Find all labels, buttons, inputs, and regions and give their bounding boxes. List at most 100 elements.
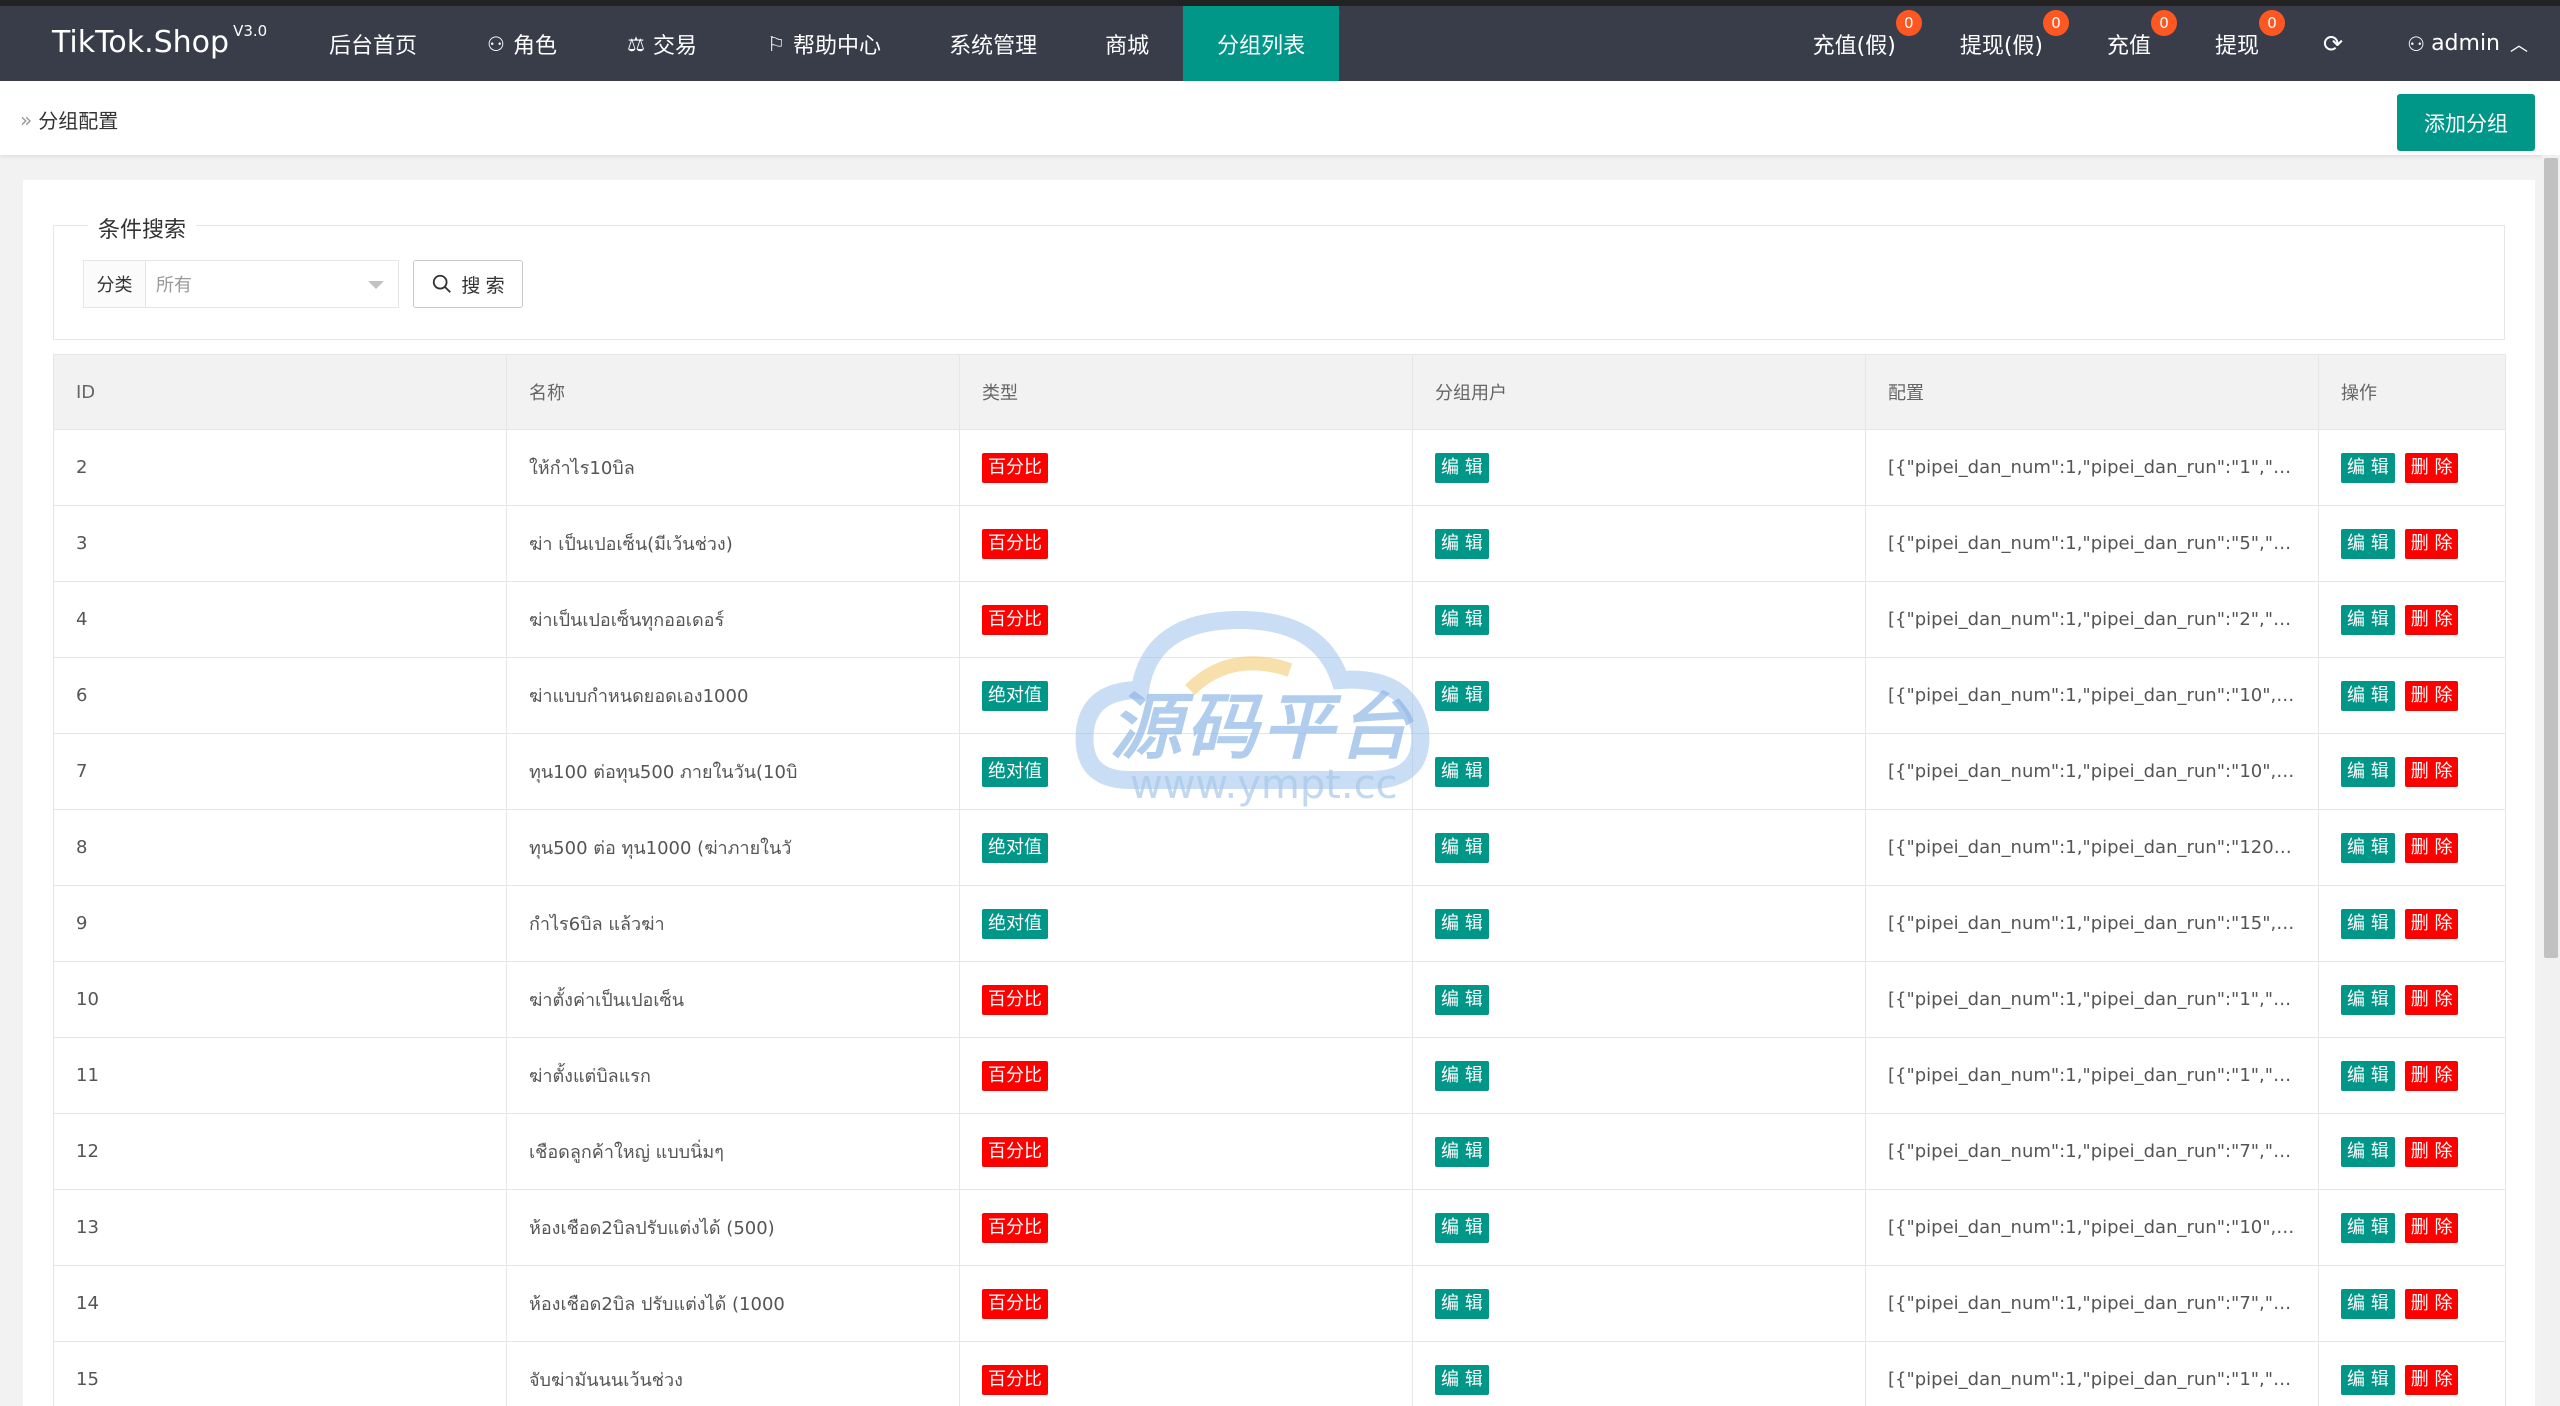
user-icon: ⚇ <box>487 31 505 56</box>
edit-users-button[interactable]: 编 辑 <box>1435 604 1489 635</box>
edit-users-button[interactable]: 编 辑 <box>1435 832 1489 863</box>
edit-button[interactable]: 编 辑 <box>2341 680 2395 711</box>
edit-button[interactable]: 编 辑 <box>2341 528 2395 559</box>
edit-users-button[interactable]: 编 辑 <box>1435 1288 1489 1319</box>
cell-actions: 编 辑删 除 <box>2318 505 2506 582</box>
edit-users-button[interactable]: 编 辑 <box>1435 756 1489 787</box>
edit-users-button[interactable]: 编 辑 <box>1435 1212 1489 1243</box>
cell-group-users: 编 辑 <box>1412 961 1866 1038</box>
cell-id: 10 <box>53 961 507 1038</box>
edit-users-button[interactable]: 编 辑 <box>1435 908 1489 939</box>
right-nav-item-1[interactable]: 提现(假) 0 <box>1928 6 2075 81</box>
edit-button[interactable]: 编 辑 <box>2341 604 2395 635</box>
edit-button[interactable]: 编 辑 <box>2341 908 2395 939</box>
delete-button[interactable]: 删 除 <box>2404 1212 2459 1243</box>
right-nav-item-0[interactable]: 充值(假) 0 <box>1781 6 1928 81</box>
refresh-icon: ⟳ <box>2323 29 2344 58</box>
nav-item-3[interactable]: ⚐ 帮助中心 <box>731 6 915 81</box>
cell-type: 百分比 <box>959 429 1413 506</box>
delete-button[interactable]: 删 除 <box>2404 680 2459 711</box>
right-nav-label: 提现 <box>2215 33 2260 59</box>
delete-button[interactable]: 删 除 <box>2404 604 2459 635</box>
edit-button[interactable]: 编 辑 <box>2341 1136 2395 1167</box>
cell-name: ทุน100 ต่อทุน500 ภายในวัน(10บิ <box>506 733 960 810</box>
delete-button[interactable]: 删 除 <box>2404 984 2459 1015</box>
app-logo[interactable]: TikTok.Shop V3.0 <box>52 22 267 60</box>
category-label: 分类 <box>83 260 145 308</box>
table-row: 2 ให้กำไร10บิล 百分比 编 辑 [{"pipei_dan_num":1,"… <box>53 429 2506 506</box>
delete-button[interactable]: 删 除 <box>2404 1136 2459 1167</box>
cell-type: 百分比 <box>959 1265 1413 1342</box>
nav-item-5[interactable]: 商城 <box>1071 6 1183 81</box>
username: admin <box>2431 31 2500 56</box>
cell-name: ห้องเชือด2บิลปรับแต่งได้ (500) <box>506 1189 960 1266</box>
category-select[interactable]: 所有 <box>145 260 399 308</box>
main-nav: 后台首页 ⚇ 角色 ⚖ 交易 ⚐ 帮助中心 系统管理 商城 分组列表 <box>295 6 1340 81</box>
edit-button[interactable]: 编 辑 <box>2341 984 2395 1015</box>
nav-item-1[interactable]: ⚇ 角色 <box>451 6 591 81</box>
type-tag: 绝对值 <box>982 756 1048 787</box>
cell-name: ทุน500 ต่อ ทุน1000 (ฆ่าภายในวั <box>506 809 960 886</box>
table-row: 12 เชือดลูกค้าใหญ่ แบบนิ่มๆ 百分比 编 辑 [{"pipei… <box>53 1113 2506 1190</box>
edit-users-button[interactable]: 编 辑 <box>1435 680 1489 711</box>
count-badge: 0 <box>2259 10 2286 36</box>
cell-type: 百分比 <box>959 581 1413 658</box>
search-button[interactable]: 搜 索 <box>413 260 523 308</box>
cell-config: [{"pipei_dan_num":1,"pipei_dan_run":"15"… <box>1865 885 2319 962</box>
type-tag: 百分比 <box>982 1364 1048 1395</box>
edit-users-button[interactable]: 编 辑 <box>1435 528 1489 559</box>
refresh-button[interactable]: ⟳ <box>2291 6 2375 81</box>
edit-users-button[interactable]: 编 辑 <box>1435 984 1489 1015</box>
delete-button[interactable]: 删 除 <box>2404 832 2459 863</box>
nav-item-2[interactable]: ⚖ 交易 <box>591 6 731 81</box>
cell-config: [{"pipei_dan_num":1,"pipei_dan_run":"1",… <box>1865 1341 2319 1406</box>
nav-item-6[interactable]: 分组列表 <box>1183 6 1340 81</box>
cell-actions: 编 辑删 除 <box>2318 961 2506 1038</box>
nav-item-4[interactable]: 系统管理 <box>915 6 1071 81</box>
cell-config: [{"pipei_dan_num":1,"pipei_dan_run":"10"… <box>1865 733 2319 810</box>
right-nav-item-3[interactable]: 提现 0 <box>2183 6 2291 81</box>
edit-users-button[interactable]: 编 辑 <box>1435 452 1489 483</box>
cell-group-users: 编 辑 <box>1412 581 1866 658</box>
cell-type: 绝对值 <box>959 733 1413 810</box>
type-tag: 百分比 <box>982 604 1048 635</box>
edit-users-button[interactable]: 编 辑 <box>1435 1060 1489 1091</box>
cell-group-users: 编 辑 <box>1412 429 1866 506</box>
edit-button[interactable]: 编 辑 <box>2341 452 2395 483</box>
delete-button[interactable]: 删 除 <box>2404 756 2459 787</box>
delete-button[interactable]: 删 除 <box>2404 1364 2459 1395</box>
cell-type: 百分比 <box>959 1037 1413 1114</box>
edit-button[interactable]: 编 辑 <box>2341 1364 2395 1395</box>
edit-button[interactable]: 编 辑 <box>2341 756 2395 787</box>
user-menu[interactable]: ⚇ admin ︿ <box>2375 6 2560 81</box>
delete-button[interactable]: 删 除 <box>2404 908 2459 939</box>
flag-icon: ⚐ <box>767 31 786 56</box>
delete-button[interactable]: 删 除 <box>2404 1060 2459 1091</box>
cell-actions: 编 辑删 除 <box>2318 733 2506 810</box>
delete-button[interactable]: 删 除 <box>2404 452 2459 483</box>
cell-config: [{"pipei_dan_num":1,"pipei_dan_run":"1",… <box>1865 1037 2319 1114</box>
table-header-row: ID 名称 类型 分组用户 配置 操作 <box>53 354 2506 430</box>
edit-button[interactable]: 编 辑 <box>2341 1212 2395 1243</box>
chevron-up-icon: ︿ <box>2510 34 2528 56</box>
add-group-button[interactable]: 添加分组 <box>2397 94 2535 151</box>
count-badge: 0 <box>1895 10 1922 36</box>
cell-actions: 编 辑删 除 <box>2318 657 2506 734</box>
scrollbar-thumb[interactable] <box>2544 158 2558 958</box>
delete-button[interactable]: 删 除 <box>2404 528 2459 559</box>
edit-button[interactable]: 编 辑 <box>2341 832 2395 863</box>
table-row: 3 ฆ่า เป็นเปอเซ็น(มีเว้นช่วง) 百分比 编 辑 [{"pip… <box>53 505 2506 582</box>
edit-users-button[interactable]: 编 辑 <box>1435 1136 1489 1167</box>
edit-button[interactable]: 编 辑 <box>2341 1288 2395 1319</box>
cell-group-users: 编 辑 <box>1412 657 1866 734</box>
app-version: V3.0 <box>233 22 268 40</box>
nav-item-0[interactable]: 后台首页 <box>295 6 451 81</box>
edit-button[interactable]: 编 辑 <box>2341 1060 2395 1091</box>
scale-icon: ⚖ <box>627 31 645 56</box>
right-nav-item-2[interactable]: 充值 0 <box>2075 6 2183 81</box>
nav-item-label: 角色 <box>513 33 558 59</box>
delete-button[interactable]: 删 除 <box>2404 1288 2459 1319</box>
category-select-value: 所有 <box>156 275 192 296</box>
edit-users-button[interactable]: 编 辑 <box>1435 1364 1489 1395</box>
cell-group-users: 编 辑 <box>1412 733 1866 810</box>
